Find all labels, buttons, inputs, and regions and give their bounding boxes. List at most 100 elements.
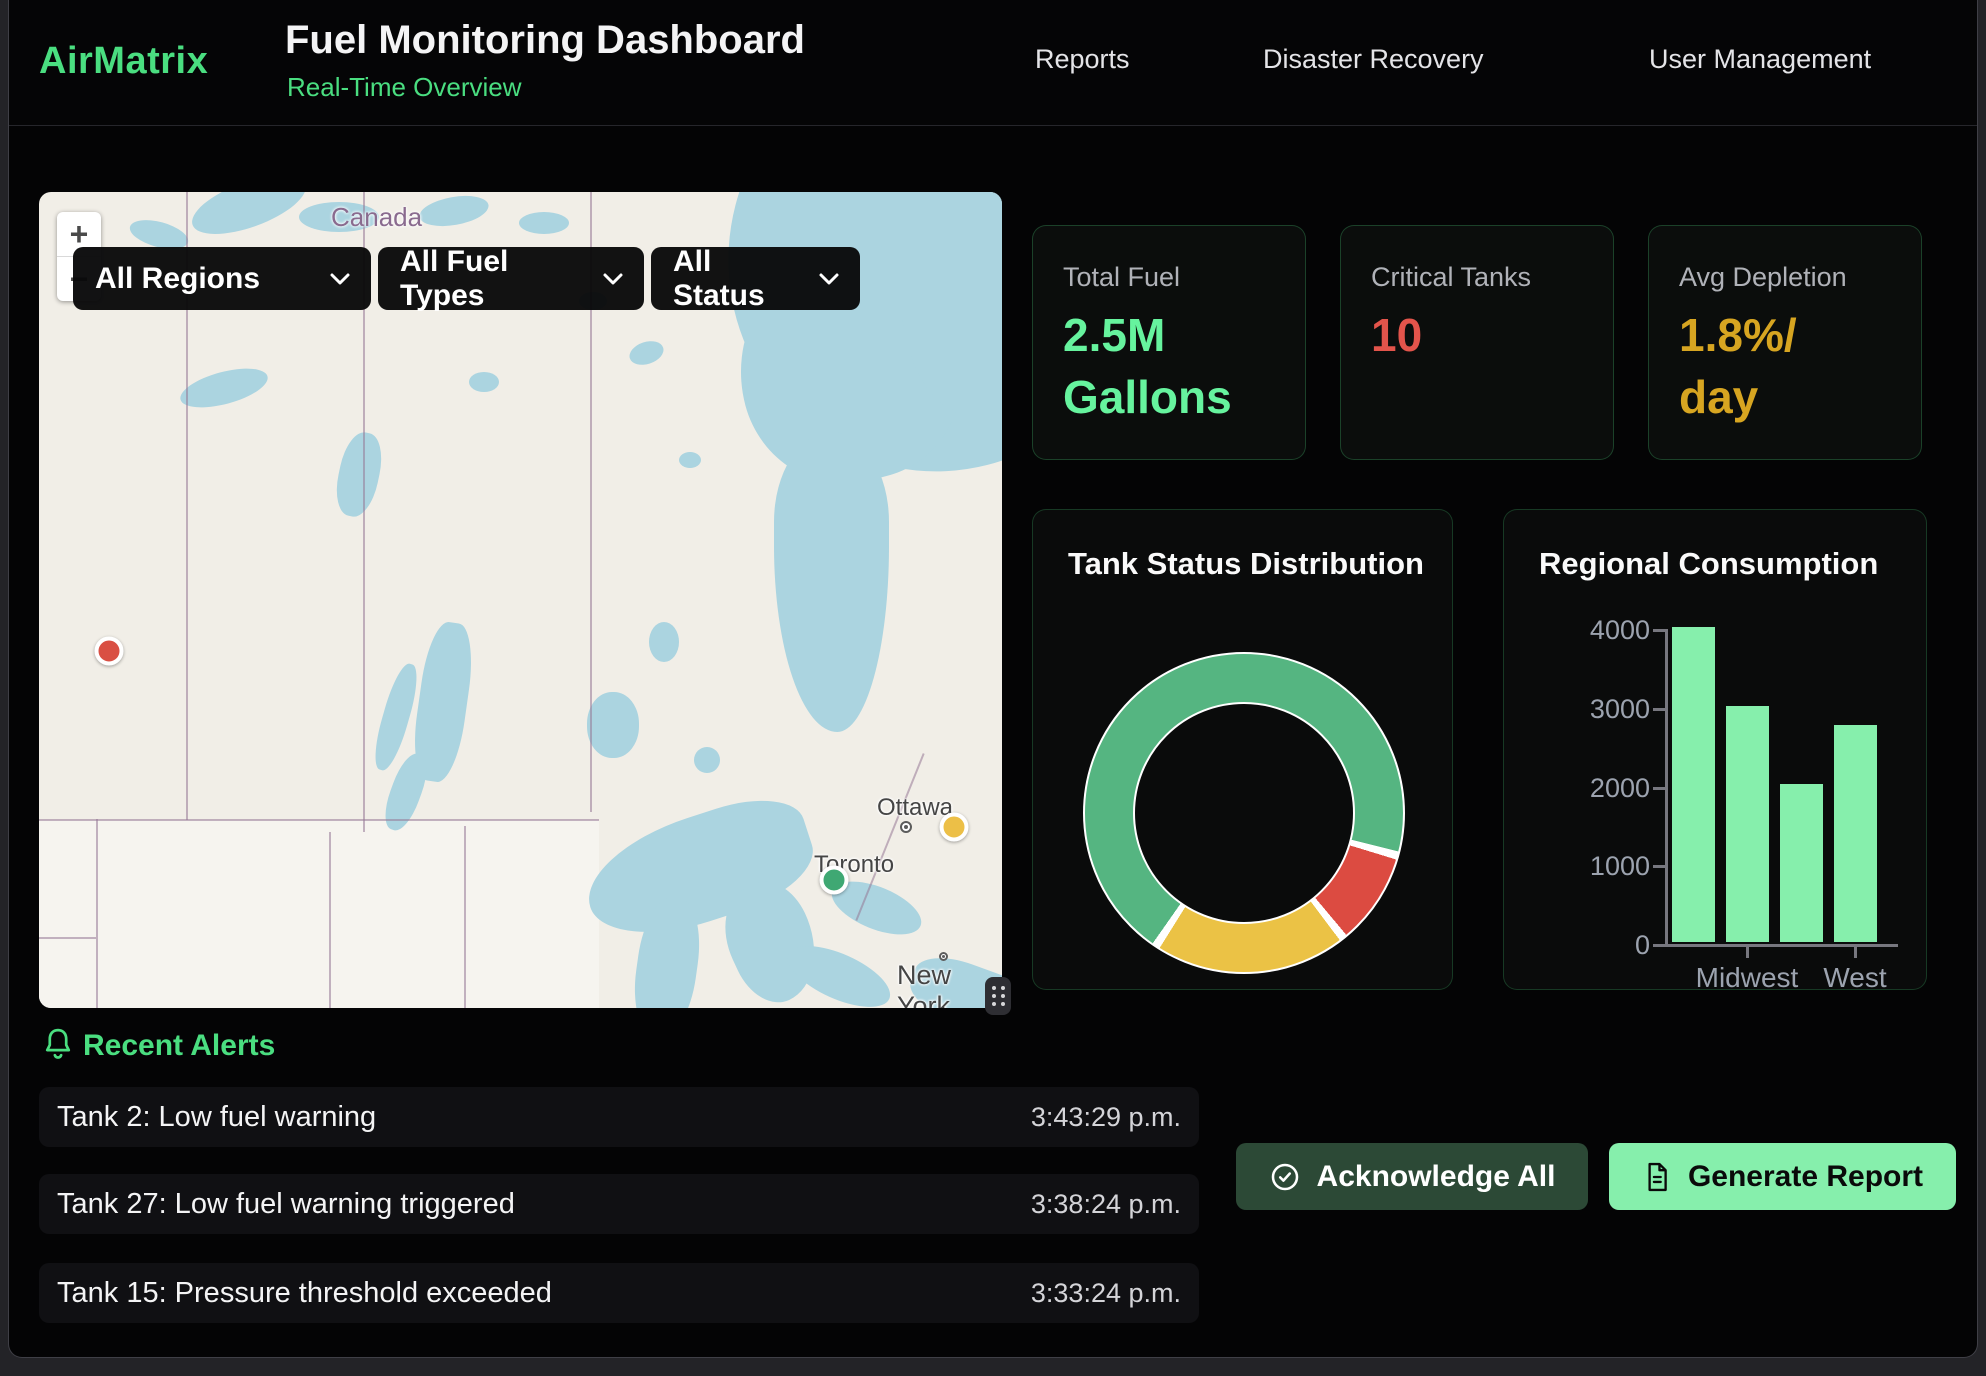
y-tick: [1653, 865, 1666, 868]
stat-card-critical-tanks: Critical Tanks 10: [1340, 225, 1614, 460]
acknowledge-all-label: Acknowledge All: [1317, 1160, 1556, 1194]
tank-status-distribution-card: Tank Status Distribution: [1032, 509, 1453, 990]
chart-title: Tank Status Distribution: [1068, 546, 1424, 582]
page-subtitle: Real-Time Overview: [287, 72, 522, 103]
y-tick-label: 2000: [1564, 773, 1650, 803]
map-lake-reindeer: [331, 429, 388, 520]
alert-time: 3:33:24 p.m.: [1031, 1278, 1181, 1309]
y-tick-label: 1000: [1564, 851, 1650, 881]
region-filter-value: All Regions: [95, 262, 260, 296]
bar-West: [1834, 725, 1877, 942]
alert-message: Tank 27: Low fuel warning triggered: [57, 1188, 515, 1221]
y-tick: [1653, 944, 1666, 947]
bar-region-0: [1672, 627, 1715, 942]
town-marker-new-york: [939, 952, 948, 961]
generate-report-button[interactable]: Generate Report: [1609, 1143, 1956, 1210]
tank-status-donut-chart: [1083, 652, 1405, 974]
dashboard-window: AirMatrix Fuel Monitoring Dashboard Real…: [8, 0, 1978, 1358]
map-lake: [519, 212, 569, 234]
grip-dots-icon: [992, 986, 996, 990]
donut-hole: [1133, 702, 1355, 924]
map-border: [96, 819, 98, 1008]
stat-value-line: Gallons: [1063, 366, 1232, 428]
stat-label: Critical Tanks: [1371, 262, 1531, 293]
stat-value-line: 2.5M: [1063, 304, 1232, 366]
alert-row[interactable]: Tank 15: Pressure threshold exceeded 3:3…: [39, 1263, 1199, 1323]
stat-value-line: 1.8%/: [1679, 304, 1797, 366]
document-icon: [1642, 1161, 1672, 1193]
map-water-james-bay: [774, 432, 889, 732]
app-logo: AirMatrix: [39, 40, 208, 83]
y-tick-label: 3000: [1564, 694, 1650, 724]
chevron-down-icon: [576, 272, 624, 286]
map-lake: [649, 622, 679, 662]
x-tick-label: West: [1805, 962, 1905, 990]
map-lake: [679, 452, 701, 468]
resize-grip-handle[interactable]: [985, 977, 1011, 1015]
stat-value-line: day: [1679, 366, 1797, 428]
x-tick-label: Midwest: [1687, 962, 1807, 990]
fuel-type-filter-value: All Fuel Types: [400, 245, 576, 313]
town-marker-ottawa: [900, 821, 912, 833]
bar-chart-x-axis: [1655, 944, 1898, 947]
map-marker-normal[interactable]: [820, 865, 849, 894]
nav-item-reports[interactable]: Reports: [1035, 44, 1130, 75]
y-tick-label: 0: [1564, 930, 1650, 960]
stat-value-critical-tanks: 10: [1371, 304, 1422, 366]
recent-alerts-heading: Recent Alerts: [83, 1029, 275, 1063]
chevron-down-icon: [792, 272, 840, 286]
stat-value-avg-depletion: 1.8%/ day: [1679, 304, 1797, 428]
stat-label: Avg Depletion: [1679, 262, 1847, 293]
map-lake-athabasca: [176, 361, 271, 415]
map-border: [329, 832, 331, 1008]
map-lake: [626, 337, 666, 369]
stat-value-total-fuel: 2.5M Gallons: [1063, 304, 1232, 428]
status-filter-value: All Status: [673, 245, 792, 313]
nav-item-disaster-recovery[interactable]: Disaster Recovery: [1263, 44, 1484, 75]
y-tick: [1653, 708, 1666, 711]
nav-item-user-management[interactable]: User Management: [1649, 44, 1871, 75]
map-filter-bar: All Regions All Fuel Types All Status: [73, 247, 860, 310]
map-lake: [587, 692, 639, 758]
chart-title: Regional Consumption: [1539, 546, 1878, 582]
alert-row[interactable]: Tank 2: Low fuel warning 3:43:29 p.m.: [39, 1087, 1199, 1147]
stat-card-total-fuel: Total Fuel 2.5M Gallons: [1032, 225, 1306, 460]
map-marker-critical[interactable]: [95, 637, 124, 666]
y-tick-label: 4000: [1564, 615, 1650, 645]
regional-consumption-card: Regional Consumption 4000 3000 2000 1000…: [1503, 509, 1927, 990]
alert-time: 3:43:29 p.m.: [1031, 1102, 1181, 1133]
y-tick: [1653, 629, 1666, 632]
map-us-land: [39, 820, 599, 1008]
stat-card-avg-depletion: Avg Depletion 1.8%/ day: [1648, 225, 1922, 460]
map-lake: [417, 192, 491, 231]
y-tick: [1653, 787, 1666, 790]
alert-message: Tank 15: Pressure threshold exceeded: [57, 1277, 552, 1310]
x-tick: [1854, 947, 1857, 958]
map-border-usa: [39, 819, 599, 821]
bell-icon: [41, 1026, 75, 1064]
stat-label: Total Fuel: [1063, 262, 1180, 293]
map-lake: [185, 192, 313, 246]
bar-Midwest: [1726, 706, 1769, 942]
acknowledge-all-button[interactable]: Acknowledge All: [1236, 1143, 1588, 1210]
fuel-type-filter-select[interactable]: All Fuel Types: [378, 247, 644, 310]
region-filter-select[interactable]: All Regions: [73, 247, 371, 310]
map-lake: [694, 747, 720, 773]
map-marker-warning[interactable]: [939, 812, 968, 841]
bar-region-2: [1780, 784, 1823, 942]
page-title: Fuel Monitoring Dashboard: [285, 18, 805, 63]
map-border: [464, 826, 466, 1008]
x-tick: [1746, 947, 1749, 958]
chevron-down-icon: [303, 272, 351, 286]
fuel-tank-map[interactable]: Canada Ottawa Toronto New York + − All R…: [39, 192, 1002, 1008]
map-label-canada: Canada: [331, 202, 422, 233]
status-filter-select[interactable]: All Status: [651, 247, 860, 310]
generate-report-label: Generate Report: [1688, 1160, 1923, 1194]
map-border: [39, 937, 96, 939]
stat-value-line: 10: [1371, 304, 1422, 366]
alert-message: Tank 2: Low fuel warning: [57, 1101, 376, 1134]
map-lake: [469, 372, 499, 392]
alert-row[interactable]: Tank 27: Low fuel warning triggered 3:38…: [39, 1174, 1199, 1234]
check-circle-icon: [1269, 1161, 1301, 1193]
alert-time: 3:38:24 p.m.: [1031, 1189, 1181, 1220]
